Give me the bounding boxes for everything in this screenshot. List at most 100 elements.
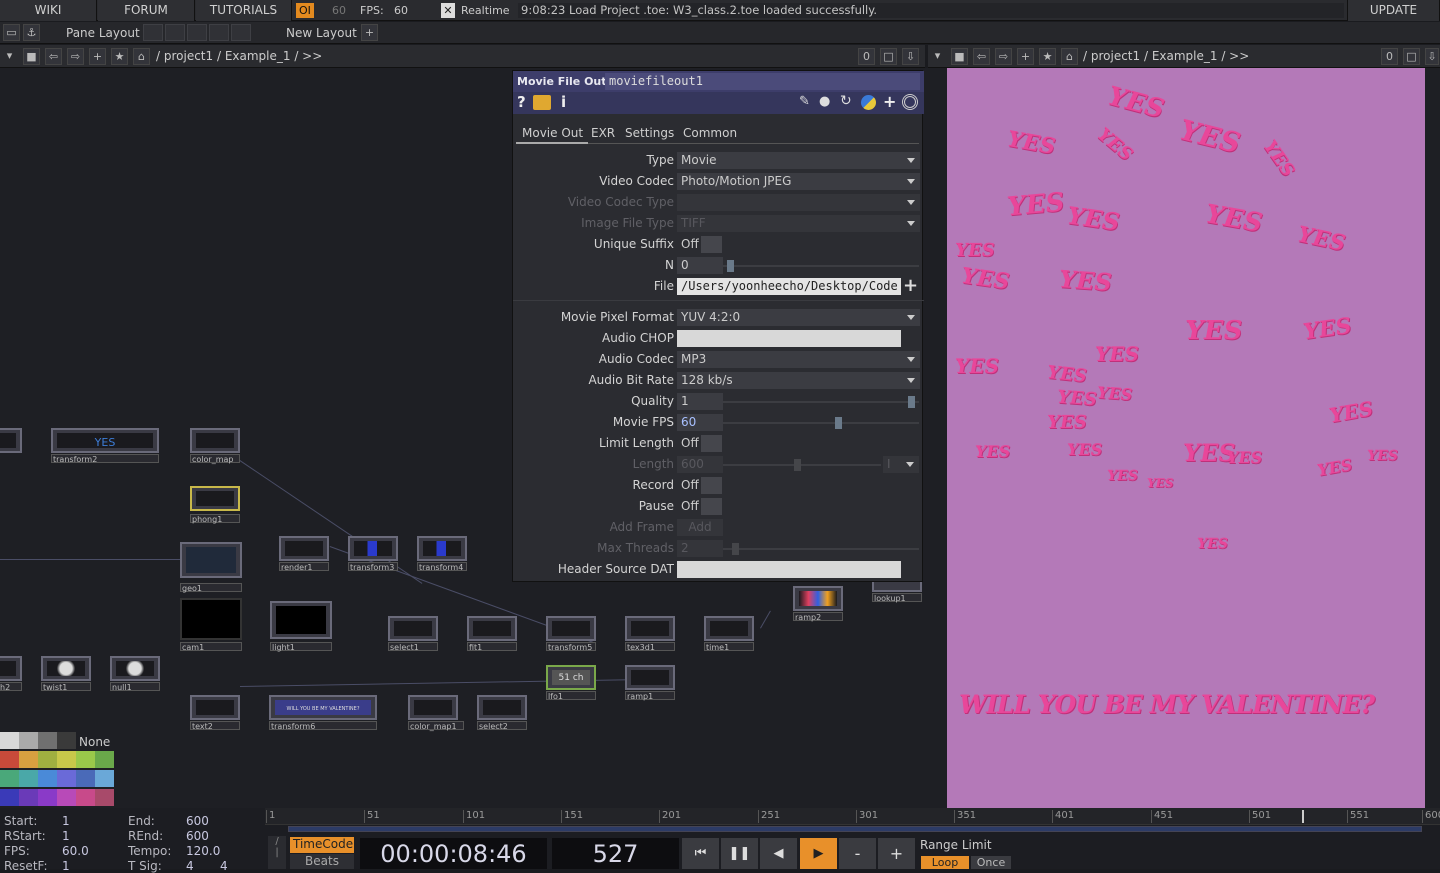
viewer-maximize-icon[interactable]: □ bbox=[1403, 48, 1420, 65]
viewer-path[interactable]: / project1 / Example_1 / >> bbox=[1083, 49, 1249, 63]
rstart-value[interactable]: 1 bbox=[62, 829, 70, 843]
op-reference-field[interactable] bbox=[677, 561, 901, 578]
help-icon[interactable]: ? bbox=[517, 93, 526, 111]
slider-handle[interactable] bbox=[835, 417, 842, 429]
viewer-zero-counter[interactable]: 0 bbox=[1381, 48, 1398, 65]
swatch[interactable] bbox=[38, 732, 57, 749]
param-toggle-value[interactable]: Off bbox=[677, 236, 701, 253]
zero-counter[interactable]: 0 bbox=[858, 48, 875, 65]
layout-slot-5[interactable] bbox=[231, 24, 251, 41]
param-dropdown[interactable]: Photo/Motion JPEG bbox=[677, 173, 920, 190]
param-toggle[interactable] bbox=[701, 435, 722, 452]
param-unit-dropdown[interactable]: I bbox=[883, 456, 919, 473]
star-icon[interactable]: ★ bbox=[111, 48, 128, 65]
pencil-icon[interactable]: ✎ bbox=[799, 94, 810, 109]
maximize-icon[interactable]: □ bbox=[880, 48, 897, 65]
swatch[interactable] bbox=[0, 751, 19, 768]
tempo-value[interactable]: 120.0 bbox=[186, 844, 220, 858]
add-icon[interactable]: + bbox=[883, 92, 896, 111]
refresh-icon[interactable]: ↻ bbox=[840, 93, 852, 109]
file-browse-icon[interactable]: + bbox=[903, 275, 918, 296]
node-twist1[interactable] bbox=[41, 656, 91, 681]
swatch[interactable] bbox=[19, 770, 38, 787]
once-button[interactable]: Once bbox=[971, 856, 1011, 869]
target-icon[interactable] bbox=[902, 94, 918, 110]
add-frame-button[interactable]: Add bbox=[677, 519, 723, 536]
node-cam1[interactable] bbox=[180, 598, 242, 640]
viewer-back-icon[interactable]: ⇦ bbox=[973, 48, 990, 65]
swatch[interactable] bbox=[95, 770, 114, 787]
monitor-icon[interactable]: ▭ bbox=[3, 24, 20, 41]
param-dropdown[interactable]: YUV 4:2:0 bbox=[677, 309, 920, 326]
home-icon[interactable]: ⌂ bbox=[133, 48, 150, 65]
node-select1[interactable] bbox=[388, 616, 438, 641]
layout-slot-2[interactable] bbox=[165, 24, 185, 41]
tab-settings[interactable]: Settings bbox=[625, 126, 674, 140]
loop-button[interactable]: Loop bbox=[921, 856, 969, 869]
param-number-field[interactable]: 60 bbox=[677, 414, 723, 431]
node-h2[interactable] bbox=[0, 656, 22, 681]
layout-slot-3[interactable] bbox=[187, 24, 207, 41]
swatch[interactable] bbox=[19, 732, 38, 749]
swatch[interactable] bbox=[95, 751, 114, 768]
param-toggle-value[interactable]: Off bbox=[677, 498, 701, 515]
node-transform6[interactable]: WILL YOU BE MY VALENTINE? bbox=[269, 695, 377, 720]
op-reference-field[interactable] bbox=[677, 330, 901, 347]
swatch[interactable] bbox=[57, 732, 76, 749]
param-slider[interactable] bbox=[723, 417, 919, 429]
beats-button[interactable]: Beats bbox=[290, 854, 354, 869]
swatch[interactable] bbox=[76, 751, 95, 768]
param-dropdown[interactable]: 128 kb/s bbox=[677, 372, 920, 389]
swatch[interactable] bbox=[19, 751, 38, 768]
param-dropdown[interactable]: Movie bbox=[677, 152, 920, 169]
step-back-button[interactable]: - bbox=[839, 838, 876, 869]
swatch[interactable] bbox=[76, 789, 95, 806]
resetf-value[interactable]: 1 bbox=[62, 859, 70, 873]
pane-menu-icon[interactable]: ▾ bbox=[1, 48, 18, 65]
viewer-star-icon[interactable]: ★ bbox=[1039, 48, 1056, 65]
forum-button[interactable]: FORUM bbox=[98, 0, 195, 21]
realtime-checkbox[interactable]: ✕ bbox=[441, 3, 455, 18]
python-icon[interactable] bbox=[861, 95, 876, 110]
tsig-a[interactable]: 4 bbox=[186, 859, 194, 873]
swatch[interactable] bbox=[0, 789, 19, 806]
tsig-b[interactable]: 4 bbox=[220, 859, 228, 873]
layout-slot-4[interactable] bbox=[209, 24, 229, 41]
swatch[interactable] bbox=[57, 789, 76, 806]
swatch[interactable] bbox=[19, 789, 38, 806]
add-layout-button[interactable]: + bbox=[361, 24, 378, 41]
pause-button[interactable]: ❚❚ bbox=[721, 838, 758, 869]
node-transform3[interactable] bbox=[348, 536, 398, 561]
back-icon[interactable]: ⇦ bbox=[45, 48, 62, 65]
add-icon[interactable]: + bbox=[89, 48, 106, 65]
param-toggle-value[interactable]: Off bbox=[677, 435, 701, 452]
node-text2[interactable] bbox=[190, 695, 240, 720]
viewer-add-icon[interactable]: + bbox=[1017, 48, 1034, 65]
node-ramp1[interactable] bbox=[625, 665, 675, 690]
slider-handle[interactable] bbox=[794, 459, 801, 471]
node-offscreen[interactable] bbox=[0, 428, 22, 453]
swatch[interactable] bbox=[95, 789, 114, 806]
rend-value[interactable]: 600 bbox=[186, 829, 209, 843]
node-phong1[interactable] bbox=[190, 486, 240, 511]
update-button[interactable]: UPDATE bbox=[1347, 0, 1440, 21]
playhead[interactable] bbox=[1302, 810, 1304, 823]
node-time1[interactable] bbox=[704, 616, 754, 641]
node-geo1[interactable] bbox=[180, 542, 242, 578]
node-light1[interactable] bbox=[270, 601, 332, 639]
node-color-map1[interactable] bbox=[408, 695, 458, 720]
param-toggle[interactable] bbox=[701, 498, 722, 515]
network-path[interactable]: / project1 / Example_1 / >> bbox=[156, 49, 322, 63]
viewer-forward-icon[interactable]: ⇨ bbox=[995, 48, 1012, 65]
play-button[interactable]: ▶ bbox=[800, 838, 837, 869]
param-number-field[interactable]: 0 bbox=[677, 257, 723, 274]
color-palette[interactable]: None bbox=[0, 732, 115, 808]
node-ramp2[interactable] bbox=[793, 586, 843, 611]
step-forward-button[interactable]: + bbox=[878, 838, 915, 869]
tab-exr[interactable]: EXR bbox=[591, 126, 615, 140]
timecode-display[interactable]: 00:00:08:46 bbox=[360, 838, 547, 869]
range-bar[interactable] bbox=[288, 826, 1422, 832]
node-transform4[interactable] bbox=[417, 536, 467, 561]
swatch[interactable] bbox=[38, 789, 57, 806]
param-dropdown[interactable]: MP3 bbox=[677, 351, 920, 368]
